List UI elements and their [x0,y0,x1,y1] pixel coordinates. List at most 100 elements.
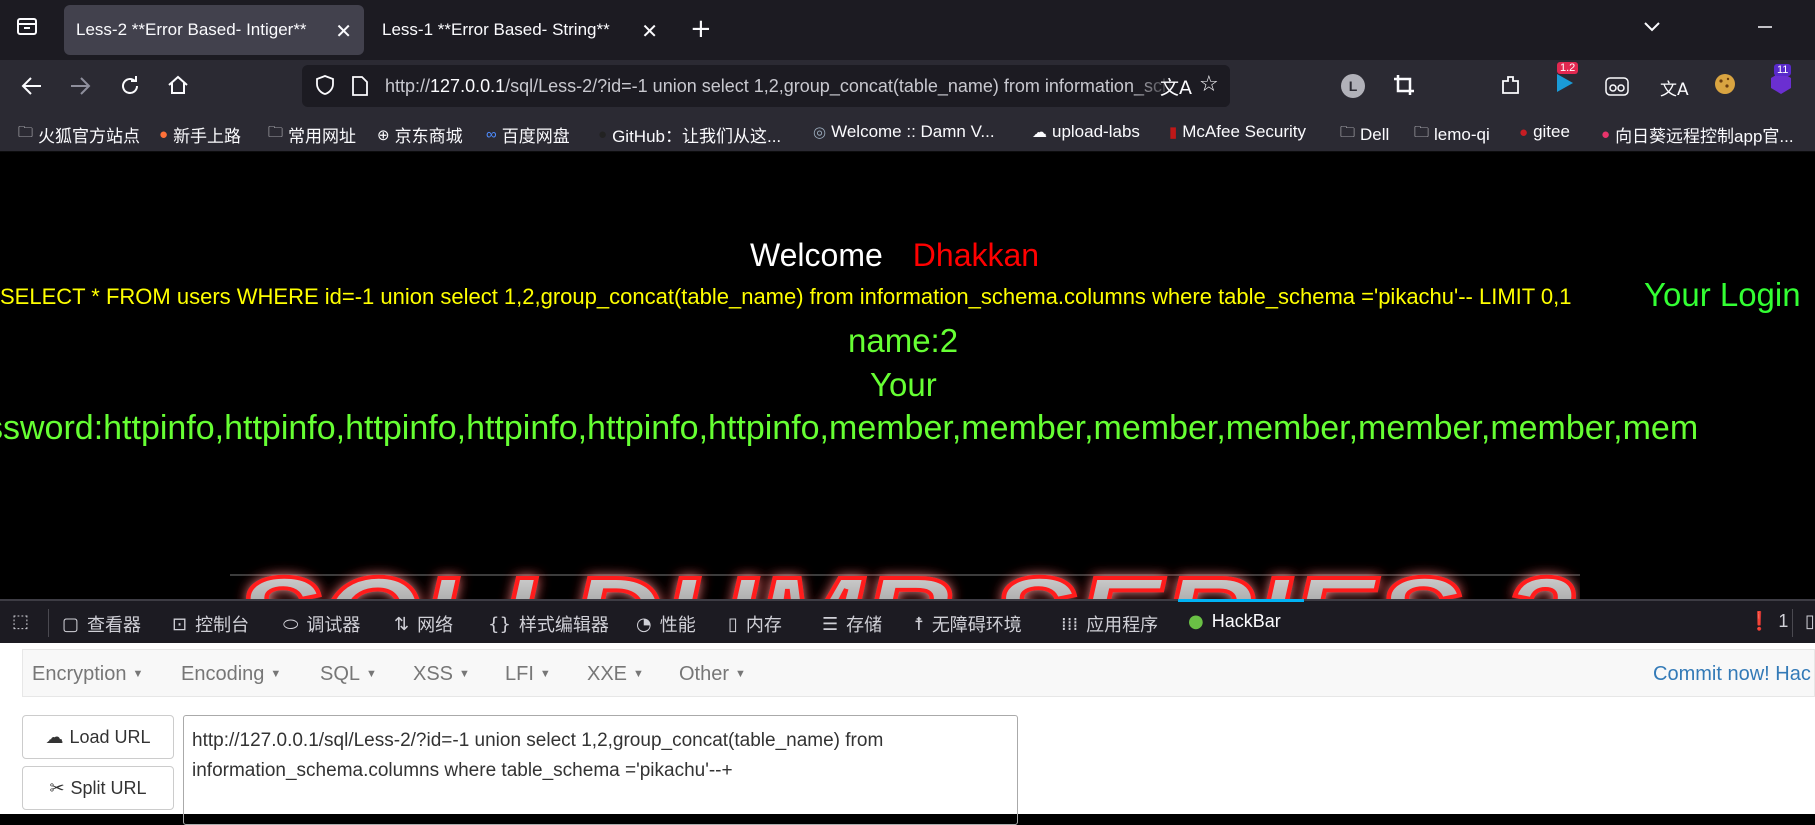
bookmark-item[interactable]: ⊕ 京东商城 [377,122,463,147]
storage-icon: ☰ [822,613,839,635]
chevron-down-icon[interactable] [1642,16,1662,41]
tab-application[interactable]: ⁞⁞⁞ 应用程序 [1061,611,1158,637]
error-counter[interactable]: ❗ 1 [1748,611,1788,632]
devtools-tab-label: 查看器 [87,615,142,635]
bookmark-item[interactable]: ● GitHub：让我们从这... [598,122,781,147]
crop-icon[interactable] [1393,74,1415,101]
globe-icon: ⊕ [377,126,390,144]
bookmark-label: 新手上路 [173,127,242,146]
error-icon: ❗ [1748,611,1771,632]
tab-storage[interactable]: ☰ 存储 [822,611,882,637]
commit-link[interactable]: Commit now! Hac [1653,663,1811,686]
menu-label: Other [679,663,730,685]
tab-style-editor[interactable]: {} 样式编辑器 [488,611,609,637]
avatar[interactable]: L [1341,74,1365,98]
tab-less-2[interactable]: Less-2 **Error Based- Intiger** ✕ [64,5,364,55]
login-label: Your Login [1644,276,1801,313]
tab-accessibility[interactable]: ☨ 无障碍环境 [914,611,1022,637]
devtools-tab-label: 内存 [745,615,782,635]
application-icon: ⁞⁞⁞ [1061,613,1079,635]
tab-debugger[interactable]: ⬭ 调试器 [283,611,360,637]
caret-down-icon: ▼ [366,668,377,680]
bookmark-item[interactable]: ● gitee [1519,122,1570,142]
devtools-toolbar: ⬚ ▢ 查看器 ⊡ 控制台 ⬭ 调试器 ⇅ 网络 {} 样式编辑器 ◔ 性能 ▯ 内存 ☰ 存储… [0,599,1815,643]
element-picker-icon[interactable]: ⬚ [12,611,29,632]
menu-lfi[interactable]: LFI ▼ [505,663,551,686]
back-icon[interactable] [20,74,44,103]
menu-sql[interactable]: SQL ▼ [320,663,377,686]
translate-extension-icon[interactable]: 文A [1660,75,1689,100]
load-url-button[interactable]: ☁ Load URL [22,715,174,759]
tab-hackbar[interactable]: ● HackBar [1188,611,1281,632]
cloud-icon: ☁ [1032,124,1047,141]
tab-bar: Less-2 **Error Based- Intiger** ✕ Less-1… [0,0,1815,60]
tab-list-icon[interactable] [16,15,38,42]
menu-xxe[interactable]: XXE ▼ [587,663,644,686]
close-icon[interactable]: ✕ [641,19,658,44]
extension-shield-icon[interactable]: 11 [1768,64,1798,98]
bookmark-item[interactable]: ☁ upload-labs [1032,122,1140,142]
tab-memory[interactable]: ▯ 内存 [728,611,782,637]
glasses-icon[interactable] [1605,75,1629,102]
bookmark-label: lemo-qi [1434,124,1490,144]
tab-network[interactable]: ⇅ 网络 [394,611,453,637]
devtools-tab-label: 应用程序 [1086,615,1159,635]
devtools-tab-label: 调试器 [306,615,361,635]
password-label: Your [870,366,937,403]
home-icon[interactable] [166,73,190,102]
translate-icon[interactable]: 文A [1160,73,1192,100]
bookmark-item[interactable]: ● 向日葵远程控制app官... [1601,122,1794,147]
bookmark-label: GitHub：让我们从这... [612,127,782,146]
menu-encoding[interactable]: Encoding ▼ [181,663,281,686]
minimize-icon[interactable] [1756,14,1774,38]
bookmark-item[interactable]: ◎ Welcome :: Damn V... [813,122,995,142]
tab-console[interactable]: ⊡ 控制台 [172,611,249,637]
tab-less-1[interactable]: Less-1 **Error Based- String** ✕ [370,5,670,55]
error-count: 1 [1778,611,1789,631]
bookmark-item[interactable]: ▮ McAfee Security [1169,122,1306,142]
extensions-icon[interactable] [1500,73,1522,102]
menu-xss[interactable]: XSS ▼ [413,663,470,686]
active-tab-indicator [1178,599,1304,602]
style-editor-icon: {} [488,613,511,635]
gitee-icon: ● [1519,123,1529,141]
url-textarea[interactable]: http://127.0.0.1/sql/Less-2/?id=-1 union… [183,715,1018,825]
bookmark-item[interactable]: ● 新手上路 [159,122,241,147]
shield-icon[interactable] [314,74,336,101]
bookmark-item[interactable]: 🗀 Dell [1340,122,1389,147]
navigation-bar: http://127.0.0.1/sql/Less-2/?id=-1 union… [0,60,1815,112]
url-text[interactable]: http://127.0.0.1/sql/Less-2/?id=-1 union… [385,76,1230,97]
bookmark-label: 百度网盘 [501,127,570,146]
bookmark-item[interactable]: 🗀 lemo-qi [1414,122,1490,147]
split-url-button[interactable]: ✂ Split URL [22,766,174,810]
reload-icon[interactable] [118,74,142,103]
dock-icon[interactable]: ▯ [1805,611,1815,632]
cloud-download-icon: ☁ [45,726,64,747]
dvwa-icon: ◎ [813,124,827,141]
folder-icon: 🗀 [18,124,34,141]
menu-encryption[interactable]: Encryption ▼ [32,663,143,686]
close-icon[interactable]: ✕ [335,19,352,44]
new-tab-icon[interactable]: + [690,14,712,44]
console-icon: ⊡ [172,613,188,635]
bookmark-item[interactable]: ∞ 百度网盘 [486,122,570,147]
url-bar[interactable]: http://127.0.0.1/sql/Less-2/?id=-1 union… [302,65,1230,107]
page-icon[interactable] [350,75,370,102]
menu-other[interactable]: Other ▼ [679,663,746,686]
bookmark-item[interactable]: 🗀 常用网址 [268,122,356,147]
extension-hackbar-icon[interactable]: 1.2 [1553,62,1579,96]
menu-label: SQL [320,663,361,685]
dhakkan-name: Dhakkan [912,237,1040,273]
tab-inspector[interactable]: ▢ 查看器 [62,611,141,637]
tab-performance[interactable]: ◔ 性能 [636,611,696,637]
debugger-icon: ⬭ [283,613,299,635]
firefox-icon: ● [159,126,169,143]
star-icon[interactable]: ☆ [1199,72,1219,97]
bookmark-item[interactable]: 🗀 火狐官方站点 [18,122,140,147]
divider [48,609,49,637]
cookie-icon[interactable] [1713,72,1737,101]
forward-icon[interactable] [68,74,92,103]
url-host: 127.0.0.1 [430,76,506,96]
menu-label: XSS [413,663,454,685]
sqli-dumb-banner: SQLI DUMB SERIES-2 [230,552,1580,599]
